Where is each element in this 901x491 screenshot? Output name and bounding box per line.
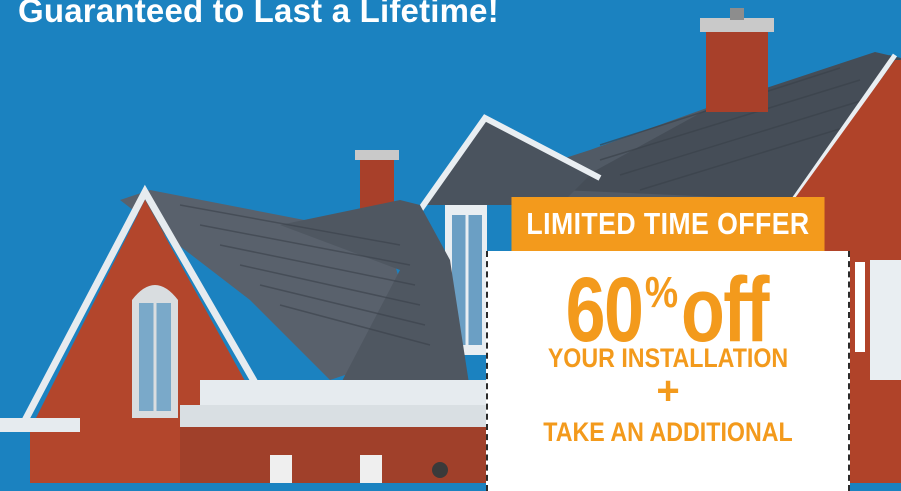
offer-coupon[interactable]: LIMITED TIME OFFER 60%off YOUR INSTALLAT… (486, 197, 850, 491)
discount-number: 60 (565, 259, 643, 361)
offer-body: 60%off YOUR INSTALLATION + TAKE AN ADDIT… (486, 251, 850, 491)
additional-text: TAKE AN ADDITIONAL (543, 417, 793, 447)
plus-sign: + (656, 369, 680, 413)
headline: Guaranteed to Last a Lifetime! (18, 0, 499, 29)
discount-word: off (680, 259, 770, 361)
discount-percent-sign: % (644, 268, 679, 317)
offer-header: LIMITED TIME OFFER (511, 197, 825, 251)
discount-amount: 60%off (488, 259, 848, 361)
